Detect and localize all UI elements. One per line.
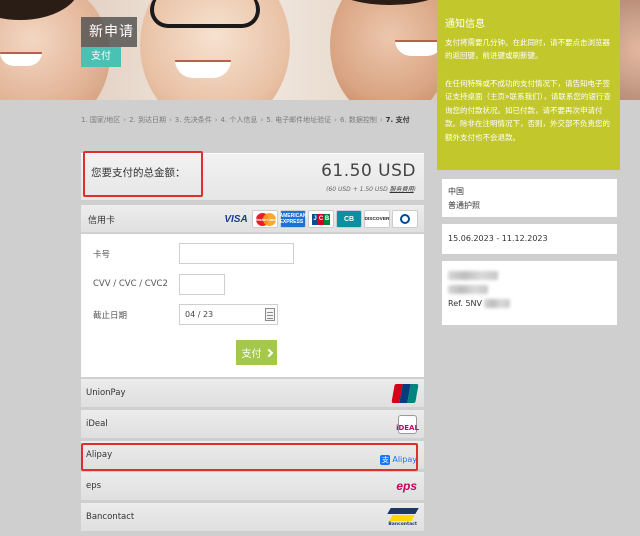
breadcrumb-step: 5. 电子邮件地址验证 xyxy=(266,116,332,124)
card-number-label: 卡号 xyxy=(93,250,111,260)
total-breakdown: (60 USD + 1.50 USD 服务费用) xyxy=(326,184,416,193)
card-brand-logos: VISA MasterCard AMERICAN EXPRESS JCB CB … xyxy=(222,210,418,228)
expiry-label: 截止日期 xyxy=(93,311,128,321)
breadcrumb-step: 1. 国家/地区 xyxy=(81,116,121,124)
summary-reference: Ref. 5NV xyxy=(448,297,617,311)
notice-title: 通知信息 xyxy=(445,19,485,30)
credit-card-form: 卡号 CVV / CVC / CVC2 截止日期 04 / 23 支付 xyxy=(81,234,424,377)
summary-personal-box: Ref. 5NV xyxy=(442,261,617,325)
mastercard-logo-icon: MasterCard xyxy=(252,210,278,228)
summary-passport-type: 普通护照 xyxy=(448,201,480,210)
ideal-logo-text: iDEAL xyxy=(396,424,419,432)
redacted-text xyxy=(484,299,510,308)
unionpay-logo-icon xyxy=(391,384,419,403)
payment-method-unionpay[interactable]: UnionPay xyxy=(81,379,424,408)
breadcrumb-separator: › xyxy=(334,116,337,124)
summary-redacted-line xyxy=(448,269,617,283)
credit-card-header[interactable]: 信用卡 VISA MasterCard AMERICAN EXPRESS JCB… xyxy=(81,205,424,233)
credit-card-title: 信用卡 xyxy=(88,216,116,226)
breadcrumb-step: 3. 先决条件 xyxy=(174,116,212,124)
breakdown-text: (60 USD + 1.50 USD xyxy=(326,186,390,193)
expiry-date-value: 04 / 23 xyxy=(185,310,214,319)
total-amount: 61.50 USD xyxy=(321,161,416,181)
bancontact-logo-text: Bancontact xyxy=(388,522,417,527)
notice-panel: 通知信息 支付将需要几分钟。在此同时，请不要点击浏览器的返回键，前进键或刷新键。… xyxy=(437,0,620,170)
cvv-input[interactable] xyxy=(179,274,225,295)
breadcrumb-step: 2. 到达日期 xyxy=(129,116,166,124)
summary-date-range: 15.06.2023 - 11.12.2023 xyxy=(448,234,548,243)
payment-method-label: eps xyxy=(86,481,102,491)
page-title: 新申请 xyxy=(81,17,137,47)
pay-button[interactable]: 支付 xyxy=(236,340,277,365)
visa-logo-icon: VISA xyxy=(224,213,248,225)
bancontact-logo-icon: Bancontact xyxy=(385,508,419,527)
payment-method-bancontact[interactable]: Bancontact Bancontact xyxy=(81,503,424,532)
hero-photo-glasses xyxy=(150,0,260,28)
summary-redacted-line xyxy=(448,283,617,297)
breadcrumb-current-step: 7. 支付 xyxy=(385,116,410,124)
chevron-right-icon xyxy=(264,348,273,357)
jcb-letter: B xyxy=(324,213,330,225)
breadcrumb-separator: › xyxy=(379,116,383,124)
summary-dates-box: 15.06.2023 - 11.12.2023 xyxy=(442,224,617,254)
annotation-highlight-total xyxy=(83,151,203,197)
card-number-input[interactable] xyxy=(179,243,294,264)
amex-logo-icon: AMERICAN EXPRESS xyxy=(280,210,306,228)
breadcrumb-separator: › xyxy=(168,116,172,124)
ideal-logo-icon: iDEAL xyxy=(396,415,419,434)
breadcrumb-separator: › xyxy=(123,116,127,124)
payment-method-label: UnionPay xyxy=(86,388,126,398)
page-subtitle-badge: 支付 xyxy=(81,47,121,67)
expiry-date-input[interactable]: 04 / 23 xyxy=(179,304,278,325)
summary-country: 中国 xyxy=(448,187,464,196)
annotation-highlight-alipay xyxy=(81,443,418,471)
breadcrumb-separator: › xyxy=(214,116,218,124)
summary-country-box: 中国 普通护照 xyxy=(442,179,617,217)
cvv-label: CVV / CVC / CVC2 xyxy=(93,279,168,289)
calendar-icon[interactable] xyxy=(265,308,275,321)
reference-number: Ref. 5NV xyxy=(448,299,482,308)
notice-paragraph: 在任何特殊或不成功的支付情况下，请告知电子签证支持桌面（主页»联系我们），请联系… xyxy=(445,78,611,142)
service-fee-link[interactable]: 服务费用 xyxy=(390,186,414,193)
pay-button-label: 支付 xyxy=(241,349,262,360)
redacted-text xyxy=(448,285,488,294)
cb-logo-icon: CB xyxy=(336,210,362,228)
eps-logo-icon: eps xyxy=(396,479,417,493)
jcb-logo-icon: JCB xyxy=(308,210,334,228)
breadcrumb-step: 4. 个人信息 xyxy=(220,116,258,124)
breakdown-text: ) xyxy=(413,186,416,193)
payment-method-eps[interactable]: eps eps xyxy=(81,472,424,501)
discover-logo-icon: DISCOVER xyxy=(364,210,390,228)
breadcrumb: 1. 国家/地区 › 2. 到达日期 › 3. 先决条件 › 4. 个人信息 › 5. 电子邮件… xyxy=(81,114,431,127)
payment-method-ideal[interactable]: iDeal iDEAL xyxy=(81,410,424,439)
breadcrumb-separator: › xyxy=(260,116,264,124)
hero-photo-edge xyxy=(620,0,640,100)
payment-method-label: Bancontact xyxy=(86,512,135,522)
mastercard-logo-text: MasterCard xyxy=(253,216,276,222)
redacted-text xyxy=(448,271,498,280)
notice-paragraph: 支付将需要几分钟。在此同时，请不要点击浏览器的返回键，前进键或刷新键。 xyxy=(445,37,610,61)
payment-method-label: iDeal xyxy=(86,419,108,429)
diners-club-logo-icon xyxy=(392,210,418,228)
breadcrumb-step: 6. 数据控制 xyxy=(339,116,377,124)
